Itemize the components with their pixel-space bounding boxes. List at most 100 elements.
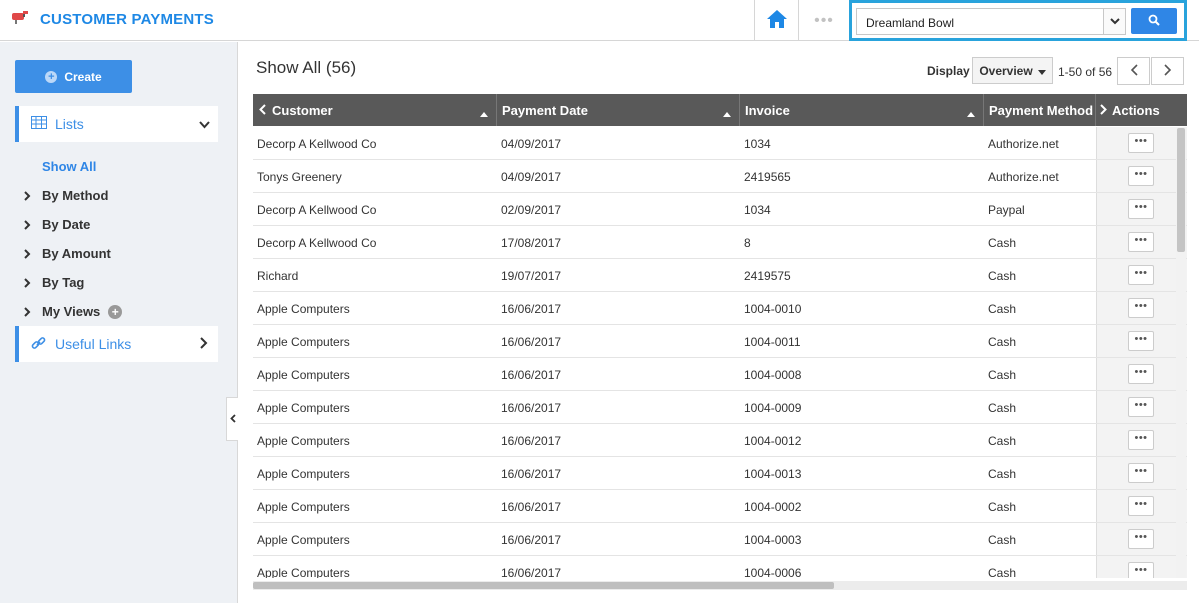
row-actions-button[interactable]: ••• [1128,199,1154,219]
cell-payment-method: Cash [988,236,1017,250]
scroll-thumb[interactable] [1177,128,1185,252]
sort-up-icon[interactable] [480,105,488,120]
collapse-sidebar-button[interactable] [226,397,238,441]
cell-customer: Apple Computers [257,467,350,481]
lists-panel[interactable]: Lists [15,106,218,142]
cell-invoice: 1004-0008 [744,368,802,382]
home-button[interactable] [754,0,799,41]
cell-invoice: 2419565 [744,170,791,184]
cell-payment-method: Cash [988,302,1017,316]
scroll-thumb[interactable] [253,582,834,589]
useful-links-panel[interactable]: Useful Links [15,326,218,362]
column-header-payment-date[interactable]: Payment Date [497,94,740,126]
search-button[interactable] [1131,8,1177,34]
cell-payment-method: Cash [988,269,1017,283]
row-actions-button[interactable]: ••• [1128,331,1154,351]
cell-payment-date: 04/09/2017 [501,170,562,184]
add-view-icon[interactable]: + [108,304,123,319]
sidebar: + Create Lists Show All By Method By Dat… [0,42,238,603]
pagination-info: 1-50 of 56 [1058,65,1113,79]
create-label: Create [64,69,102,84]
vertical-scrollbar[interactable] [1176,128,1186,578]
display-select[interactable]: Overview [972,57,1053,84]
chevron-left-icon[interactable] [259,103,266,118]
chevron-right-icon [200,337,208,352]
cell-payment-date: 16/06/2017 [501,401,562,415]
search-select[interactable]: Dreamland Bowl [856,8,1126,35]
column-header-actions[interactable]: Actions [1096,94,1187,126]
column-header-customer[interactable]: Customer [253,94,497,126]
table-row[interactable]: Apple Computers 16/06/2017 1004-0011 Cash [253,325,1187,358]
table-row[interactable]: Apple Computers 16/06/2017 1004-0006 Cash [253,556,1187,578]
chevron-down-icon [199,118,210,132]
row-actions-button[interactable]: ••• [1128,265,1154,285]
row-actions-button[interactable]: ••• [1128,364,1154,384]
cell-payment-method: Cash [988,500,1017,514]
create-button[interactable]: + Create [15,60,132,93]
table-row[interactable]: Apple Computers 16/06/2017 1004-0003 Cash [253,523,1187,556]
nav-by-method[interactable]: By Method [24,181,122,210]
row-actions-button[interactable]: ••• [1128,529,1154,549]
cell-invoice: 1034 [744,137,771,151]
next-page-button[interactable] [1151,57,1184,85]
table-row[interactable]: Apple Computers 16/06/2017 1004-0013 Cash [253,457,1187,490]
chevron-down-icon[interactable] [1103,9,1125,34]
row-actions-button[interactable]: ••• [1128,232,1154,252]
table-row[interactable]: Apple Computers 16/06/2017 1004-0012 Cash [253,424,1187,457]
chevron-right-icon [24,190,42,201]
nav-by-amount[interactable]: By Amount [24,239,122,268]
cell-invoice: 1004-0006 [744,566,802,578]
display-label: Display [927,64,970,78]
cell-payment-date: 19/07/2017 [501,269,562,283]
table-row[interactable]: Tonys Greenery 04/09/2017 2419565 Authorize… [253,160,1187,193]
search-icon [1148,14,1160,29]
sort-up-icon[interactable] [723,105,731,120]
cell-customer: Apple Computers [257,533,350,547]
cell-payment-date: 17/08/2017 [501,236,562,250]
table-row[interactable]: Apple Computers 16/06/2017 1004-0008 Cash [253,358,1187,391]
cell-payment-date: 16/06/2017 [501,467,562,481]
horizontal-scrollbar[interactable] [253,581,1187,590]
nav-label: By Method [42,188,109,203]
nav-by-date[interactable]: By Date [24,210,122,239]
cell-customer: Tonys Greenery [257,170,342,184]
cell-customer: Apple Computers [257,434,350,448]
row-actions-button[interactable]: ••• [1128,166,1154,186]
cell-payment-date: 16/06/2017 [501,434,562,448]
column-header-payment-method[interactable]: Payment Method [984,94,1096,126]
nav-my-views[interactable]: My Views + [24,297,123,326]
nav-by-tag[interactable]: By Tag [24,268,122,297]
row-actions-button[interactable]: ••• [1128,133,1154,153]
search-value: Dreamland Bowl [866,16,955,30]
table-row[interactable]: Apple Computers 16/06/2017 1004-0010 Cash [253,292,1187,325]
cell-payment-date: 16/06/2017 [501,368,562,382]
chevron-right-icon[interactable] [1100,103,1107,118]
row-actions-button[interactable]: ••• [1128,298,1154,318]
more-options-button[interactable]: ••• [799,0,849,41]
table-row[interactable]: Decorp A Kellwood Co 04/09/2017 1034 Author… [253,127,1187,160]
column-header-invoice[interactable]: Invoice [740,94,984,126]
mailbox-icon [10,9,30,25]
chevron-left-icon [1130,63,1138,79]
cell-customer: Decorp A Kellwood Co [257,236,377,250]
table-row[interactable]: Richard 19/07/2017 2419575 Cash [253,259,1187,292]
cell-payment-date: 16/06/2017 [501,500,562,514]
table-row[interactable]: Decorp A Kellwood Co 02/09/2017 1034 Paypal [253,193,1187,226]
cell-customer: Apple Computers [257,335,350,349]
cell-payment-date: 16/06/2017 [501,533,562,547]
cell-invoice: 1004-0011 [744,335,801,349]
sort-up-icon[interactable] [967,105,975,120]
chevron-right-icon [24,248,42,259]
row-actions-button[interactable]: ••• [1128,562,1154,578]
table-row[interactable]: Decorp A Kellwood Co 17/08/2017 8 Cash [253,226,1187,259]
table-row[interactable]: Apple Computers 16/06/2017 1004-0009 Cash [253,391,1187,424]
table-row[interactable]: Apple Computers 16/06/2017 1004-0002 Cash [253,490,1187,523]
cell-payment-method: Cash [988,566,1017,578]
prev-page-button[interactable] [1117,57,1150,85]
row-actions-button[interactable]: ••• [1128,397,1154,417]
row-actions-button[interactable]: ••• [1128,463,1154,483]
nav-show-all[interactable]: Show All [24,152,122,181]
row-actions-button[interactable]: ••• [1128,496,1154,516]
grid-header: Customer Payment Date Invoice Payment Me… [253,94,1187,126]
row-actions-button[interactable]: ••• [1128,430,1154,450]
